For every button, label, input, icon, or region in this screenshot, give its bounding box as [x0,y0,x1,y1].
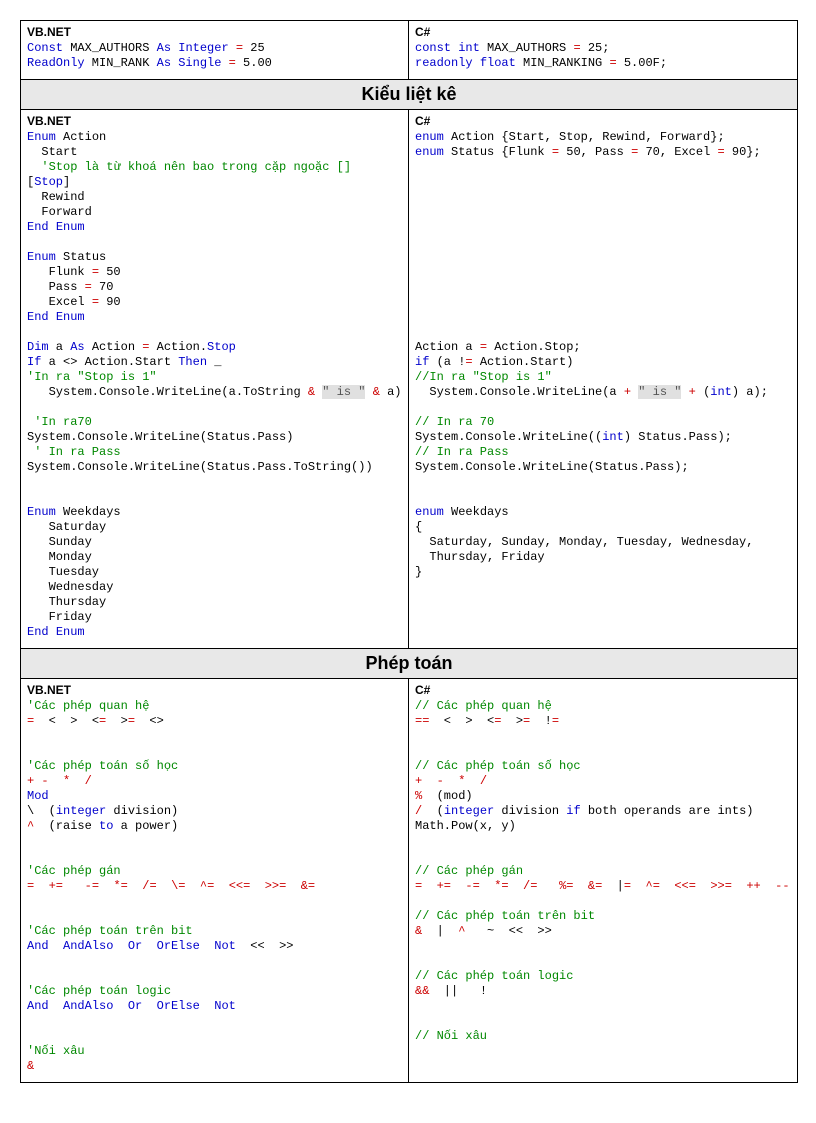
csharp-cell: C# enum Action {Start, Stop, Rewind, Forw… [409,110,797,648]
code-block: // Các phép quan hệ == < > <= >= != // C… [415,699,791,1044]
lang-label: VB.NET [27,683,402,697]
vbnet-cell: VB.NET Const MAX_AUTHORS As Integer = 25 … [21,21,409,79]
lang-label: C# [415,25,791,39]
comparison-row: VB.NET Enum Action Start 'Stop là từ khoá… [21,110,797,648]
lang-label: VB.NET [27,114,402,128]
code-block: 'Các phép quan hệ = < > <= >= <> 'Các ph… [27,699,402,1074]
code-block: const int MAX_AUTHORS = 25; readonly flo… [415,41,791,71]
code-block: Enum Action Start 'Stop là từ khoá nên b… [27,130,402,640]
lang-label: VB.NET [27,25,402,39]
comparison-row: VB.NET 'Các phép quan hệ = < > <= >= <> '… [21,679,797,1082]
comparison-table: VB.NET Const MAX_AUTHORS As Integer = 25 … [20,20,798,1083]
lang-label: C# [415,114,791,128]
lang-label: C# [415,683,791,697]
vbnet-cell: VB.NET Enum Action Start 'Stop là từ khoá… [21,110,409,648]
code-block: enum Action {Start, Stop, Rewind, Forwar… [415,130,791,580]
csharp-cell: C# const int MAX_AUTHORS = 25; readonly f… [409,21,797,79]
section-header: Phép toán [21,648,797,679]
code-block: Const MAX_AUTHORS As Integer = 25 ReadOn… [27,41,402,71]
vbnet-cell: VB.NET 'Các phép quan hệ = < > <= >= <> '… [21,679,409,1082]
section-header: Kiểu liệt kê [21,79,797,110]
csharp-cell: C# // Các phép quan hệ == < > <= >= != //… [409,679,797,1082]
comparison-row: VB.NET Const MAX_AUTHORS As Integer = 25 … [21,21,797,79]
